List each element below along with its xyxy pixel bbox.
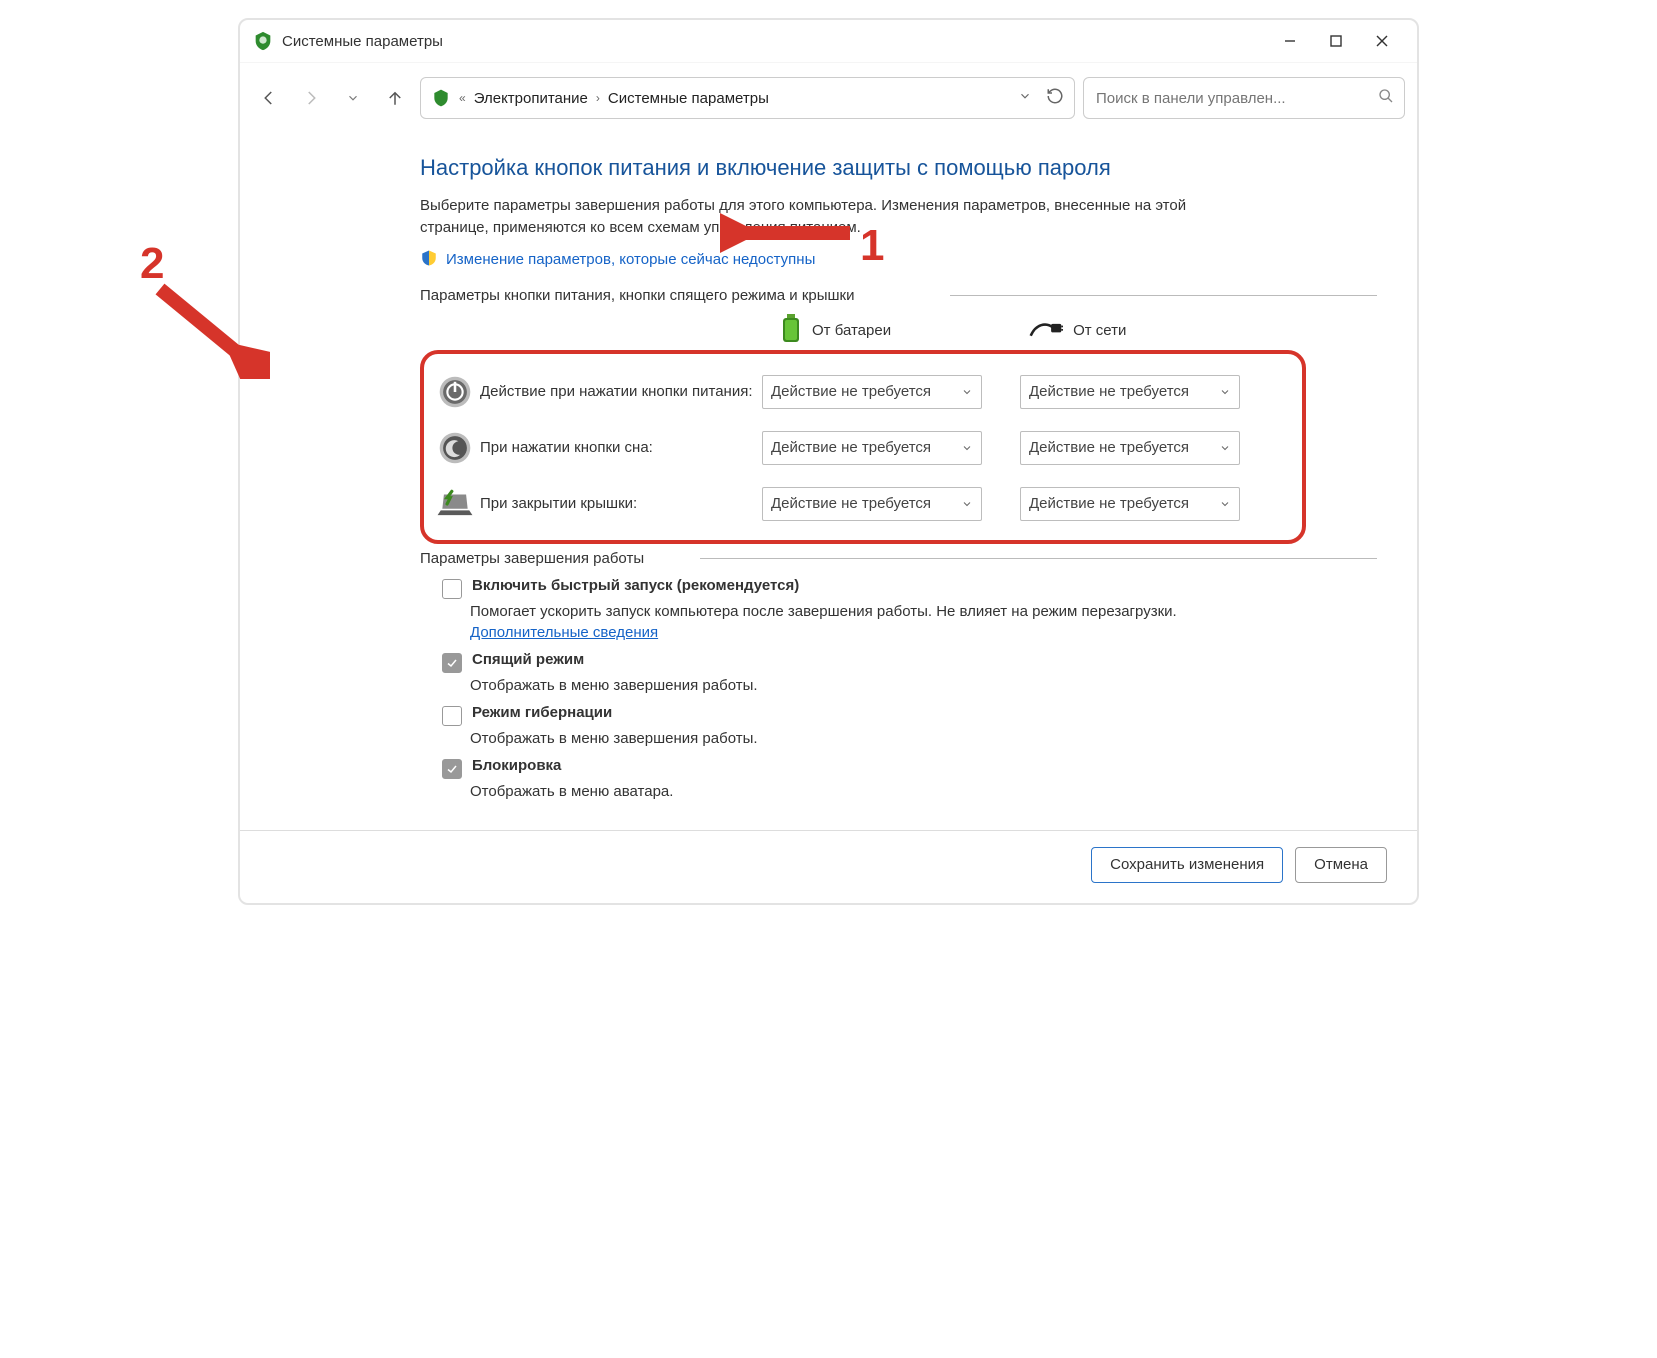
shield-icon <box>420 249 438 271</box>
lock-title: Блокировка <box>472 757 561 774</box>
lid-ac-select[interactable]: Действие не требуется <box>1020 487 1240 521</box>
cancel-button[interactable]: Отмена <box>1295 847 1387 883</box>
power-ac-select[interactable]: Действие не требуется <box>1020 375 1240 409</box>
breadcrumb[interactable]: « Электропитание › Системные параметры <box>420 77 1075 119</box>
bottom-bar: Сохранить изменения Отмена <box>240 830 1417 883</box>
lock-checkbox[interactable] <box>442 759 462 779</box>
app-icon <box>252 30 274 52</box>
hibernate-sub: Отображать в меню завершения работы. <box>470 728 1262 749</box>
power-plan-icon <box>431 88 451 108</box>
fast-startup-title: Включить быстрый запуск (рекомендуется) <box>472 577 799 594</box>
row-sleep-button: При нажатии кнопки сна: Действие не треб… <box>434 420 1284 476</box>
annotation-2: 2 <box>140 239 164 289</box>
lid-battery-select[interactable]: Действие не требуется <box>762 487 982 521</box>
page-heading: Настройка кнопок питания и включение защ… <box>420 155 1377 181</box>
fast-startup-checkbox[interactable] <box>442 579 462 599</box>
hibernate-checkbox[interactable] <box>442 706 462 726</box>
content: 1 2 Настройка кнопок питания и включение… <box>240 129 1417 802</box>
maximize-button[interactable] <box>1313 26 1359 56</box>
row-power-label: Действие при нажатии кнопки питания: <box>476 382 762 402</box>
nav-row: « Электропитание › Системные параметры <box>240 63 1417 129</box>
minimize-button[interactable] <box>1267 26 1313 56</box>
sleep-battery-select[interactable]: Действие не требуется <box>762 431 982 465</box>
window: Системные параметры « Электропитание › С… <box>238 18 1419 905</box>
laptop-lid-icon <box>434 489 476 519</box>
chevron-right-icon: › <box>594 91 602 105</box>
column-headers: От батареи От сети <box>420 314 1377 348</box>
close-button[interactable] <box>1359 26 1405 56</box>
save-button[interactable]: Сохранить изменения <box>1091 847 1283 883</box>
title-bar: Системные параметры <box>240 20 1417 63</box>
section-shutdown: Параметры завершения работы <box>420 550 1377 567</box>
row-power-button: Действие при нажатии кнопки питания: Дей… <box>434 364 1284 420</box>
search-input[interactable] <box>1094 89 1378 108</box>
section-power-buttons: Параметры кнопки питания, кнопки спящего… <box>420 287 1377 304</box>
row-lid-label: При закрытии крышки: <box>476 494 762 514</box>
sleep-icon <box>434 431 476 465</box>
sleep-checkbox[interactable] <box>442 653 462 673</box>
search-box[interactable] <box>1083 77 1405 119</box>
row-lid: При закрытии крышки: Действие не требует… <box>434 476 1284 532</box>
sleep-title: Спящий режим <box>472 651 584 668</box>
chevron-left-icon: « <box>457 91 468 105</box>
refresh-button[interactable] <box>1046 87 1064 109</box>
power-battery-select[interactable]: Действие не требуется <box>762 375 982 409</box>
lock-sub: Отображать в меню аватара. <box>470 781 1262 802</box>
recent-button[interactable] <box>336 81 370 115</box>
col-battery: От батареи <box>780 314 891 348</box>
breadcrumb-current[interactable]: Системные параметры <box>608 90 769 107</box>
row-sleep-label: При нажатии кнопки сна: <box>476 438 762 458</box>
col-ac: От сети <box>1029 318 1126 344</box>
sleep-ac-select[interactable]: Действие не требуется <box>1020 431 1240 465</box>
breadcrumb-parent[interactable]: Электропитание <box>474 90 588 107</box>
battery-icon <box>780 314 802 348</box>
window-title: Системные параметры <box>282 33 443 50</box>
forward-button[interactable] <box>294 81 328 115</box>
shutdown-options: Включить быстрый запуск (рекомендуется) … <box>420 577 1262 802</box>
page-description: Выберите параметры завершения работы для… <box>420 195 1240 239</box>
more-info-link[interactable]: Дополнительные сведения <box>470 624 658 641</box>
up-button[interactable] <box>378 81 412 115</box>
change-unavailable-link[interactable]: Изменение параметров, которые сейчас нед… <box>446 251 815 268</box>
breadcrumb-dropdown-icon[interactable] <box>1018 89 1032 107</box>
hibernate-title: Режим гибернации <box>472 704 612 721</box>
highlighted-settings-box: Действие при нажатии кнопки питания: Дей… <box>420 350 1306 544</box>
plug-icon <box>1029 318 1063 344</box>
sleep-sub: Отображать в меню завершения работы. <box>470 675 1262 696</box>
back-button[interactable] <box>252 81 286 115</box>
arrow-2-icon <box>150 279 270 379</box>
search-icon <box>1378 88 1394 108</box>
fast-startup-sub: Помогает ускорить запуск компьютера посл… <box>470 601 1262 643</box>
power-icon <box>434 375 476 409</box>
change-settings-row: Изменение параметров, которые сейчас нед… <box>420 249 1377 271</box>
